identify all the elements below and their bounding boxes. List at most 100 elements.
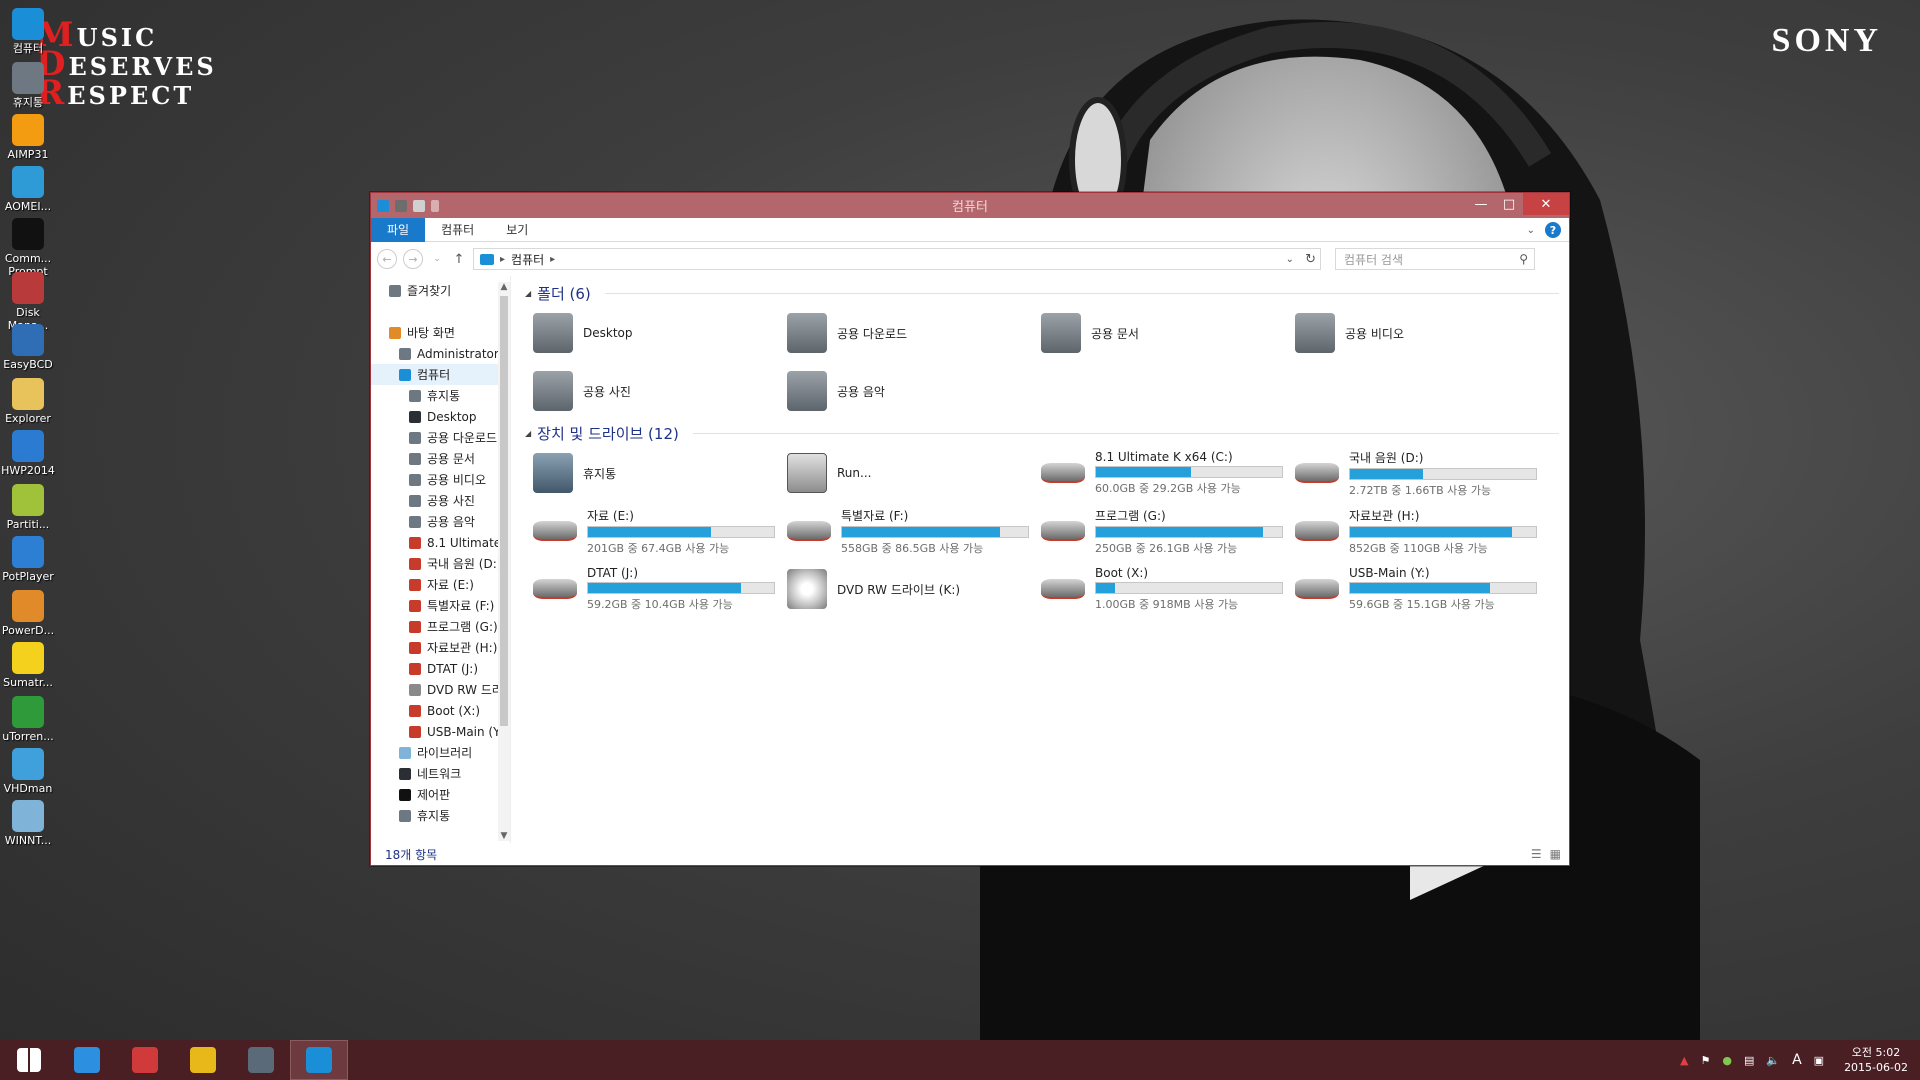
tree-item[interactable]: DTAT (J:) [371,658,510,679]
breadcrumb-separator-icon[interactable]: ▸ [550,254,555,265]
input-language-indicator[interactable]: A [1792,1052,1802,1068]
clock[interactable]: 오전 5:02 2015-06-02 [1844,1045,1908,1075]
tree-item[interactable]: DVD RW 드라이 [371,679,510,700]
tab-computer[interactable]: 컴퓨터 [425,218,490,242]
ime-icon[interactable]: ▣ [1814,1054,1824,1067]
scroll-down-icon[interactable]: ▼ [498,831,510,841]
address-bar[interactable]: ▸ 컴퓨터 ▸ ⌄ ↻ [473,248,1321,270]
tab-view[interactable]: 보기 [490,218,544,242]
search-icon[interactable]: ⚲ [1519,252,1528,266]
address-history-chevron-icon[interactable]: ⌄ [1286,254,1294,265]
help-icon[interactable]: ? [1545,222,1561,238]
desktop-icon[interactable]: AIMP31 [0,114,56,161]
refresh-icon[interactable]: ↻ [1305,252,1316,267]
folder-tile[interactable]: 공용 사진 [533,366,787,416]
tree-item[interactable]: Boot (X:) [371,700,510,721]
desktop-icon[interactable]: 컴퓨터 [0,8,56,55]
folder-tile[interactable]: 공용 다운로드 [787,308,1041,358]
tree-item[interactable]: 공용 문서 [371,448,510,469]
tree-item[interactable]: 프로그램 (G:) [371,616,510,637]
tree-item[interactable]: 공용 음악 [371,511,510,532]
desktop-icon[interactable]: Sumatr... [0,642,56,689]
start-button[interactable] [0,1040,58,1080]
tree-item[interactable]: 8.1 Ultimate K x [371,532,510,553]
tree-item[interactable]: 네트워크 [371,763,510,784]
expand-ribbon-chevron-icon[interactable]: ⌄ [1527,225,1535,236]
desktop-icon[interactable]: Partiti... [0,484,56,531]
details-view-icon[interactable]: ☰ [1531,847,1542,861]
desktop-icon[interactable]: Disk Mana... [0,272,56,332]
tree-item[interactable]: 제어판 [371,784,510,805]
drive-tile[interactable]: Boot (X:) 1.00GB 중 918MB 사용 가능 [1041,564,1295,614]
large-icons-view-icon[interactable]: ▦ [1550,847,1561,861]
title-bar[interactable]: 컴퓨터 — □ ✕ [371,193,1569,218]
tree-item[interactable]: 라이브러리 [371,742,510,763]
navigation-pane-scrollbar[interactable]: ▲ ▼ [498,282,510,841]
tree-item[interactable]: 휴지통 [371,385,510,406]
tree-item[interactable]: 즐겨찾기 [371,280,510,301]
collapse-arrow-icon[interactable]: ◢ [525,289,531,298]
forward-button[interactable]: → [403,249,423,269]
volume-icon[interactable]: 🔈 [1766,1054,1780,1067]
tab-file[interactable]: 파일 [371,217,426,242]
folder-tile[interactable]: 공용 음악 [787,366,1041,416]
tree-item[interactable]: Desktop [371,406,510,427]
taskbar-app-red[interactable] [116,1040,174,1080]
tree-item[interactable]: 자료 (E:) [371,574,510,595]
tree-item[interactable]: 특별자료 (F:) [371,595,510,616]
taskbar-computer[interactable] [290,1040,348,1080]
desktop-icon[interactable]: HWP2014 [0,430,56,477]
folder-tile[interactable]: 공용 비디오 [1295,308,1549,358]
desktop-icon[interactable]: VHDman [0,748,56,795]
tree-item[interactable]: 공용 비디오 [371,469,510,490]
network-alert-icon[interactable]: ▲ [1680,1054,1688,1067]
drive-tile[interactable]: 자료보관 (H:) 852GB 중 110GB 사용 가능 [1295,506,1549,556]
breadcrumb-separator-icon[interactable]: ▸ [500,254,505,265]
collapse-arrow-icon[interactable]: ◢ [525,429,531,438]
scrollbar-thumb[interactable] [500,296,508,726]
tree-item[interactable]: 자료보관 (H:) [371,637,510,658]
folder-tile[interactable]: Desktop [533,308,787,358]
drive-tile[interactable]: 국내 음원 (D:) 2.72TB 중 1.66TB 사용 가능 [1295,448,1549,498]
drive-tile[interactable]: 8.1 Ultimate K x64 (C:) 60.0GB 중 29.2GB 사… [1041,448,1295,498]
drive-tile[interactable]: 휴지통 [533,448,787,498]
scroll-up-icon[interactable]: ▲ [498,282,510,292]
folder-tile[interactable]: 공용 문서 [1041,308,1295,358]
tree-item[interactable]: 공용 다운로드 [371,427,510,448]
taskbar-app-sun[interactable] [174,1040,232,1080]
action-center-icon[interactable]: ⚑ [1700,1054,1710,1067]
drive-tile[interactable]: DTAT (J:) 59.2GB 중 10.4GB 사용 가능 [533,564,787,614]
drive-tile[interactable]: Run... [787,448,1041,498]
recent-locations-chevron-icon[interactable]: ⌄ [429,254,445,264]
maximize-button[interactable]: □ [1495,193,1523,215]
desktop-icon[interactable]: Comm... Prompt [0,218,56,278]
tree-item[interactable]: USB-Main (Y:) [371,721,510,742]
minimize-button[interactable]: — [1467,193,1495,215]
drive-tile[interactable]: DVD RW 드라이브 (K:) [787,564,1041,614]
close-button[interactable]: ✕ [1523,193,1569,215]
folders-group-header[interactable]: ◢ 폴더 (6) [525,282,1559,304]
tree-item[interactable]: 컴퓨터 [371,364,510,385]
back-button[interactable]: ← [377,249,397,269]
desktop-icon[interactable]: Explorer [0,378,56,425]
up-button[interactable]: ↑ [451,252,467,267]
search-input[interactable]: 컴퓨터 검색 ⚲ [1335,248,1535,270]
drive-tile[interactable]: 프로그램 (G:) 250GB 중 26.1GB 사용 가능 [1041,506,1295,556]
drive-tile[interactable]: USB-Main (Y:) 59.6GB 중 15.1GB 사용 가능 [1295,564,1549,614]
tree-item[interactable]: 바탕 화면 [371,322,510,343]
desktop-icon[interactable]: uTorren... [0,696,56,743]
drives-group-header[interactable]: ◢ 장치 및 드라이브 (12) [525,422,1559,444]
taskbar-explorer[interactable] [232,1040,290,1080]
desktop-icon[interactable]: PowerD... [0,590,56,637]
desktop-icon[interactable]: 휴지통 [0,62,56,109]
drive-tile[interactable]: 자료 (E:) 201GB 중 67.4GB 사용 가능 [533,506,787,556]
breadcrumb-computer[interactable]: 컴퓨터 [511,251,544,268]
desktop-icon[interactable]: PotPlayer [0,536,56,583]
network-icon[interactable]: ▤ [1744,1054,1754,1067]
tree-item[interactable]: 휴지통 [371,805,510,826]
drive-tile[interactable]: 특별자료 (F:) 558GB 중 86.5GB 사용 가능 [787,506,1041,556]
tree-item[interactable]: Administrator [371,343,510,364]
desktop-icon[interactable]: EasyBCD [0,324,56,371]
app-tray-icon[interactable]: ● [1722,1054,1732,1067]
tree-item[interactable]: 국내 음원 (D:) [371,553,510,574]
